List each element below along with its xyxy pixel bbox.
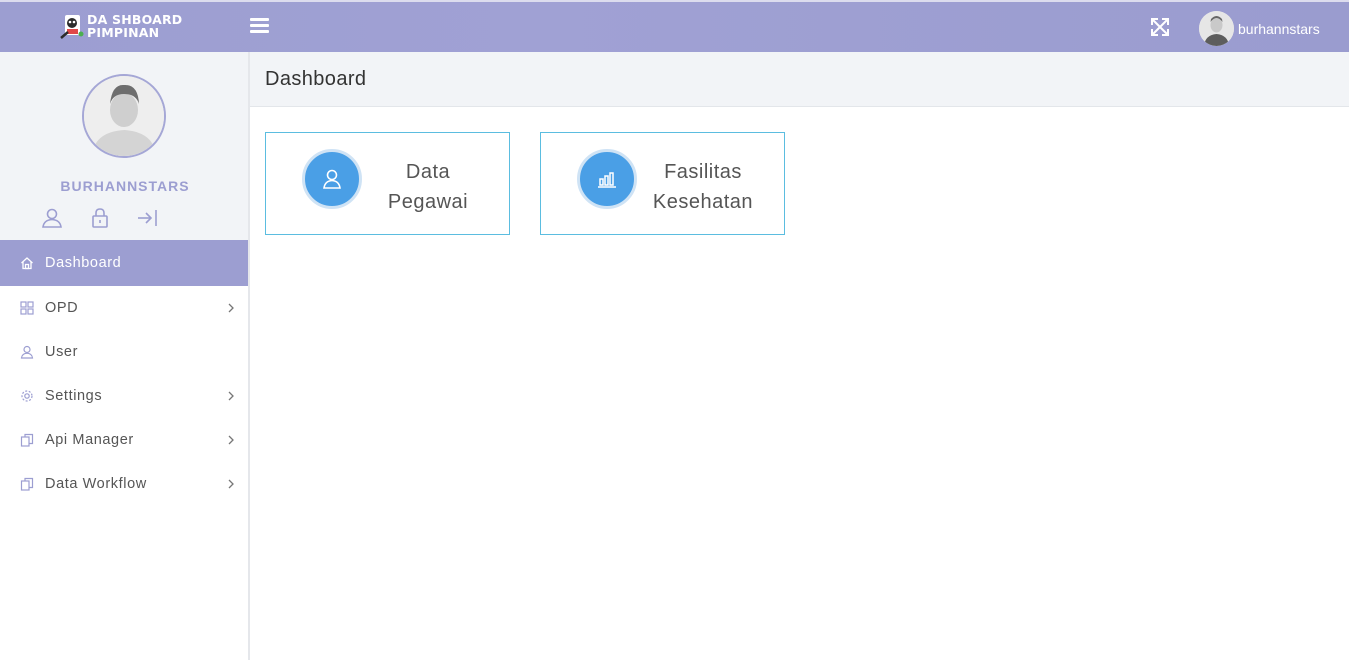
logo-mark-icon bbox=[60, 12, 84, 40]
card-icon-circle bbox=[577, 149, 637, 209]
profile-button[interactable] bbox=[40, 207, 64, 229]
sidebar-item-api-manager[interactable]: Api Manager bbox=[0, 418, 248, 462]
page-title: Dashboard bbox=[265, 68, 367, 90]
sidebar-item-user[interactable]: User bbox=[0, 330, 248, 374]
sidebar-profile: BURHANNSTARS bbox=[0, 52, 248, 240]
logo-line-2: PIMPINAN bbox=[87, 25, 160, 40]
sidebar: BURHANNSTARS Dashboard OPD User Settings… bbox=[0, 52, 250, 660]
fullscreen-button[interactable] bbox=[1149, 16, 1171, 38]
card-fasilitas-kesehatan[interactable]: Fasilitas Kesehatan bbox=[540, 132, 785, 235]
gear-icon bbox=[21, 390, 33, 402]
logo-text: DA SHBOARD PIMPINAN bbox=[87, 13, 182, 39]
card-label: Data Pegawai bbox=[372, 157, 484, 217]
menu-icon bbox=[250, 18, 269, 21]
sidebar-item-label: Settings bbox=[45, 388, 103, 404]
user-icon bbox=[42, 208, 62, 228]
card-data-pegawai[interactable]: Data Pegawai bbox=[265, 132, 510, 235]
chevron-right-icon bbox=[228, 303, 234, 313]
app-logo[interactable]: DA SHBOARD PIMPINAN bbox=[60, 12, 182, 40]
chevron-right-icon bbox=[228, 479, 234, 489]
avatar bbox=[82, 74, 166, 158]
sidebar-item-label: Dashboard bbox=[45, 255, 122, 271]
card-label-line-1: Data bbox=[405, 161, 451, 183]
sidebar-item-opd[interactable]: OPD bbox=[0, 286, 248, 330]
copy-icon bbox=[20, 433, 34, 447]
card-label: Fasilitas Kesehatan bbox=[647, 157, 759, 217]
menu-toggle-button[interactable] bbox=[250, 18, 269, 34]
copy-icon bbox=[20, 477, 34, 491]
profile-actions bbox=[40, 207, 184, 229]
fullscreen-icon bbox=[1151, 18, 1169, 36]
sidebar-item-label: User bbox=[45, 344, 79, 360]
page-header: Dashboard bbox=[250, 52, 1349, 107]
sidebar-item-settings[interactable]: Settings bbox=[0, 374, 248, 418]
user-icon bbox=[20, 345, 34, 359]
grid-icon bbox=[20, 301, 34, 315]
card-label-line-2: Pegawai bbox=[387, 191, 469, 213]
card-label-line-1: Fasilitas bbox=[664, 161, 742, 183]
sidebar-item-dashboard[interactable]: Dashboard bbox=[0, 240, 248, 286]
lock-icon bbox=[92, 208, 108, 228]
sidebar-item-label: OPD bbox=[45, 300, 79, 316]
sidebar-item-label: Data Workflow bbox=[45, 476, 147, 492]
home-icon bbox=[21, 257, 33, 270]
card-label-line-2: Kesehatan bbox=[652, 191, 754, 213]
username-label: burhannstars bbox=[1238, 20, 1320, 37]
logout-button[interactable] bbox=[136, 207, 160, 229]
sidebar-item-label: Api Manager bbox=[45, 432, 134, 448]
user-menu[interactable]: burhannstars bbox=[1199, 11, 1320, 46]
lock-button[interactable] bbox=[88, 207, 112, 229]
logout-icon bbox=[138, 210, 157, 226]
top-navbar: DA SHBOARD PIMPINAN burhannstars bbox=[0, 0, 1349, 52]
bar-chart-icon bbox=[598, 172, 616, 188]
card-icon-circle bbox=[302, 149, 362, 209]
sidebar-item-data-workflow[interactable]: Data Workflow bbox=[0, 462, 248, 506]
user-icon bbox=[323, 169, 341, 189]
sidebar-menu: Dashboard OPD User Settings Api Manager … bbox=[0, 240, 248, 506]
avatar bbox=[1199, 11, 1234, 46]
chevron-right-icon bbox=[228, 391, 234, 401]
chevron-right-icon bbox=[228, 435, 234, 445]
profile-name: BURHANNSTARS bbox=[60, 178, 190, 194]
